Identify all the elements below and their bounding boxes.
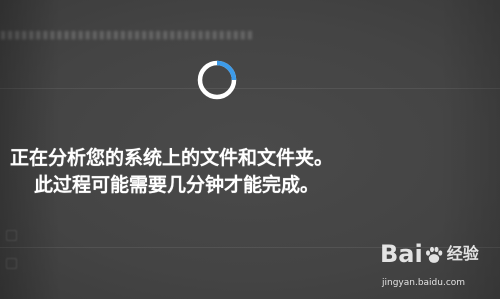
background-file-icon bbox=[6, 258, 17, 269]
paw-icon bbox=[425, 246, 443, 263]
background-blurred-text: ▮▮▮▮▮▮▮▮▮▮▮▮▮▮▮▮▮▮▮▮▮▮▮▮▮▮▮▮▮▮▮▮▮▮▮▮ bbox=[0, 28, 254, 41]
background-folder-icon bbox=[6, 230, 17, 241]
status-line-2: 此过程可能需要几分钟才能完成。 bbox=[34, 174, 320, 196]
loading-spinner-icon bbox=[197, 60, 237, 100]
status-line-1: 正在分析您的系统上的文件和文件夹。 bbox=[10, 147, 334, 169]
watermark-logo: Bai 经验 bbox=[380, 240, 479, 268]
setup-screen: ▮▮▮▮▮▮▮▮▮▮▮▮▮▮▮▮▮▮▮▮▮▮▮▮▮▮▮▮▮▮▮▮▮▮▮▮ 正在分… bbox=[0, 0, 500, 299]
watermark-url: jingyan.baidu.com bbox=[382, 278, 466, 288]
status-message: 正在分析您的系统上的文件和文件夹。 此过程可能需要几分钟才能完成。 bbox=[10, 145, 490, 199]
background-divider bbox=[0, 88, 500, 89]
baidu-jingyan-watermark: Bai 经验 jingyan.baidu.com bbox=[380, 240, 496, 296]
